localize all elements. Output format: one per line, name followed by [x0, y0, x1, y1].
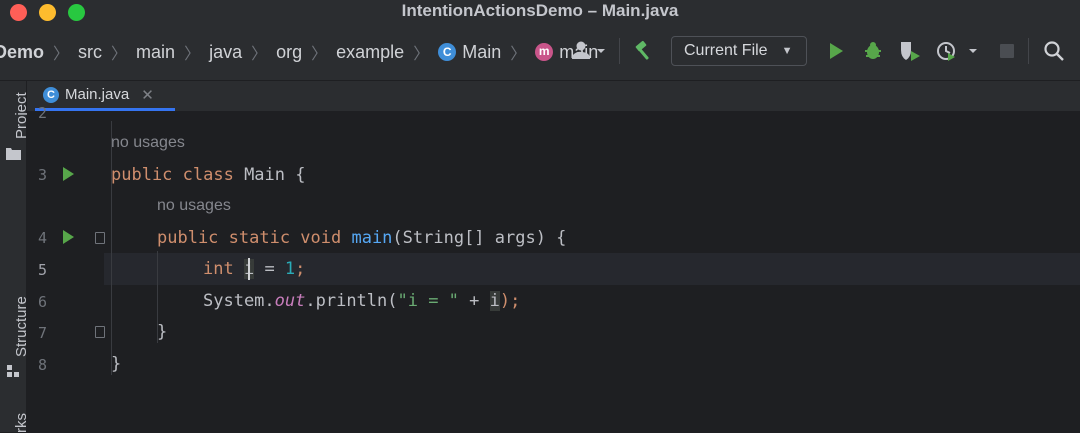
- code-line-6: System.out.println("i = " + i);: [203, 291, 521, 311]
- java-class-icon: C: [43, 86, 59, 103]
- line-number: 2: [37, 104, 47, 122]
- editor-tab-bar: C Main.java ✕: [27, 81, 1080, 111]
- line-number: 3: [37, 166, 47, 184]
- stop-icon[interactable]: [995, 36, 1019, 66]
- tab-label: Main.java: [65, 86, 130, 103]
- profile-icon[interactable]: [934, 36, 982, 66]
- breadcrumb-main-dir[interactable]: main: [136, 42, 175, 63]
- breadcrumb: Demo 〉 src 〉 main 〉 java 〉 org 〉 example…: [0, 24, 598, 80]
- code-line-4: public static void main(String[] args) {: [157, 228, 567, 248]
- search-icon[interactable]: [1040, 36, 1068, 66]
- chevron-down-icon: ▼: [781, 45, 793, 57]
- line-number: 5: [37, 261, 47, 279]
- chevron-right-icon: 〉: [413, 46, 430, 63]
- run-gutter-icon[interactable]: [63, 230, 74, 244]
- line-number: 6: [37, 293, 47, 311]
- vcs-user-icon[interactable]: [568, 36, 610, 66]
- code-line-5: int i = 1;: [203, 259, 306, 279]
- code-line-3: public class Main {: [111, 165, 306, 185]
- left-tool-window-strip: Project Structure rks: [0, 81, 30, 433]
- chevron-right-icon: 〉: [510, 46, 527, 63]
- fold-marker-icon[interactable]: [95, 326, 105, 338]
- usages-inlay-hint[interactable]: no usages: [111, 134, 185, 152]
- fold-marker-icon[interactable]: [95, 232, 105, 244]
- line-number: 8: [37, 356, 47, 374]
- tab-main-java[interactable]: C Main.java ✕: [35, 81, 175, 111]
- close-tab-icon[interactable]: ✕: [141, 86, 154, 104]
- line-number: 4: [37, 229, 47, 247]
- folder-icon: [6, 148, 21, 160]
- class-icon: C: [438, 43, 457, 61]
- debug-icon[interactable]: [860, 36, 886, 66]
- breadcrumb-org[interactable]: org: [276, 42, 302, 63]
- breadcrumb-class-main[interactable]: C Main: [438, 42, 501, 63]
- chevron-right-icon: 〉: [311, 46, 328, 63]
- breadcrumb-example[interactable]: example: [336, 42, 404, 63]
- code-line-8: }: [111, 354, 122, 374]
- breadcrumb-project[interactable]: Demo: [0, 42, 44, 63]
- coverage-icon[interactable]: [896, 36, 924, 66]
- editor-gutter: 2 3 4 5 6 7 8: [27, 104, 105, 432]
- navigation-toolbar: Demo 〉 src 〉 main 〉 java 〉 org 〉 example…: [0, 24, 1080, 81]
- chevron-right-icon: 〉: [251, 46, 268, 63]
- method-icon: m: [535, 43, 554, 61]
- breadcrumb-src[interactable]: src: [78, 42, 102, 63]
- title-bar: IntentionActionsDemo – Main.java: [0, 0, 1080, 24]
- chevron-right-icon: 〉: [53, 46, 70, 63]
- run-icon[interactable]: [824, 36, 848, 66]
- chevron-right-icon: 〉: [184, 46, 201, 63]
- toolbar-divider: [1028, 38, 1029, 64]
- code-line-7: }: [157, 322, 168, 342]
- usages-inlay-hint[interactable]: no usages: [157, 197, 231, 215]
- structure-icon: [7, 365, 19, 377]
- chevron-right-icon: 〉: [111, 46, 128, 63]
- window-title: IntentionActionsDemo – Main.java: [401, 1, 679, 20]
- run-configuration-label: Current File: [684, 42, 768, 59]
- toolbar-divider: [619, 38, 620, 64]
- text-caret: [248, 258, 250, 280]
- line-number: 7: [37, 324, 47, 342]
- code-editor[interactable]: 2 3 4 5 6 7 8 no usages public class Mai…: [27, 104, 1080, 432]
- run-configuration-select[interactable]: Current File ▼: [671, 36, 807, 66]
- run-gutter-icon[interactable]: [63, 167, 74, 181]
- build-hammer-icon[interactable]: [630, 36, 658, 66]
- breadcrumb-java[interactable]: java: [209, 42, 242, 63]
